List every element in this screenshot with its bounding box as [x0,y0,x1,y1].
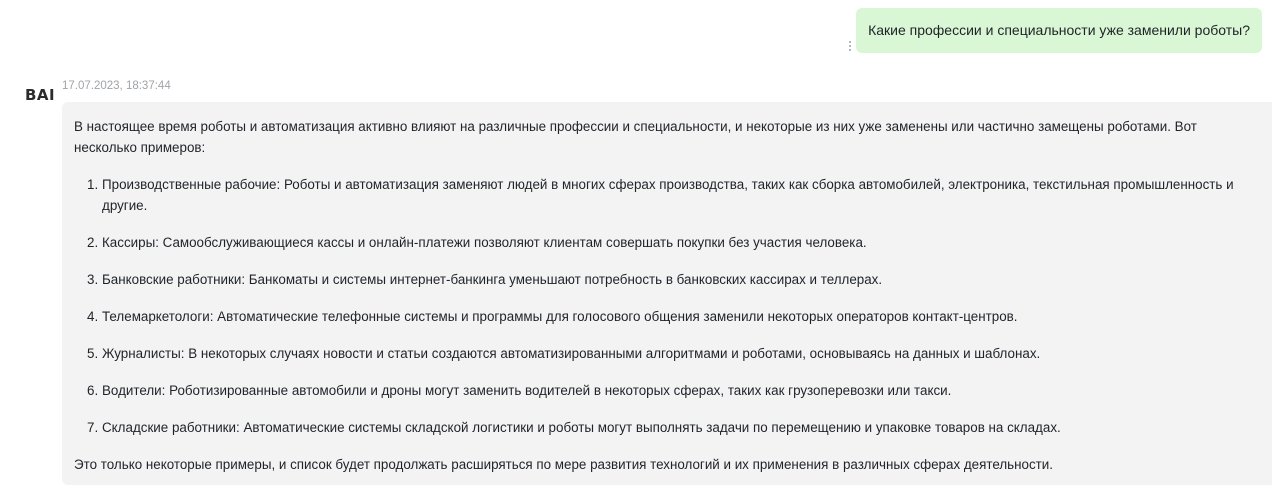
menu-dot [849,45,851,47]
list-item: 1. Производственные рабочие: Роботы и ав… [74,174,1262,216]
message-timestamp: 17.07.2023, 18:37:44 [62,80,171,92]
menu-dot [849,41,851,43]
list-item-number: 5. [87,346,99,361]
user-message-bubble: Какие профессии и специальности уже заме… [856,8,1262,53]
list-item: 5. Журналисты: В некоторых случаях новос… [74,343,1262,364]
list-item: 7. Складские работники: Автоматические с… [74,417,1262,438]
list-item: 6. Водители: Роботизированные автомобили… [74,380,1262,401]
list-item: 3. Банковские работники: Банкоматы и сис… [74,269,1262,290]
user-message-row: Какие профессии и специальности уже заме… [856,8,1262,53]
list-item-text: Водители: Роботизированные автомобили и … [102,383,952,398]
list-item-number: 4. [87,309,99,324]
list-item-text: Банковские работники: Банкоматы и систем… [102,272,883,287]
list-item-number: 1. [87,177,99,192]
list-item-text: Производственные рабочие: Роботы и автом… [102,177,1234,213]
list-item-text: Кассиры: Самообслуживающиеся кассы и онл… [102,235,867,250]
list-item-number: 3. [87,272,99,287]
bot-avatar-logo: BAI [25,86,56,104]
answer-outro: Это только некоторые примеры, и список б… [74,457,1054,472]
answer-intro: В настоящее время роботы и автоматизация… [74,119,1197,155]
message-menu-icon[interactable] [846,38,854,54]
list-item-text: Складские работники: Автоматические сист… [102,420,1061,435]
list-item-number: 2. [87,235,99,250]
list-item: 2. Кассиры: Самообслуживающиеся кассы и … [74,232,1262,253]
list-item-text: Журналисты: В некоторых случаях новости … [102,346,1041,361]
answer-list: 1. Производственные рабочие: Роботы и ав… [74,174,1262,438]
bot-message-bubble: В настоящее время роботы и автоматизация… [62,102,1272,485]
list-item-text: Телемаркетологи: Автоматические телефонн… [102,309,1018,324]
list-item-number: 7. [87,420,99,435]
list-item: 4. Телемаркетологи: Автоматические телеф… [74,306,1262,327]
list-item-number: 6. [87,383,99,398]
menu-dot [849,49,851,51]
